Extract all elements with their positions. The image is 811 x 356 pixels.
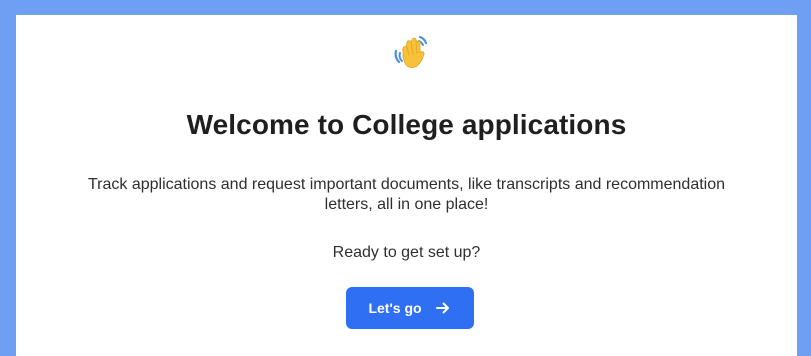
- setup-prompt: Ready to get set up?: [332, 244, 481, 261]
- lets-go-label: Let's go: [368, 300, 422, 316]
- page-title: Welcome to College applications: [186, 109, 627, 140]
- arrow-right-icon: [434, 299, 452, 317]
- lets-go-button[interactable]: Let's go: [346, 287, 474, 329]
- welcome-description: Track applications and request important…: [87, 176, 726, 213]
- waving-hand-icon: [394, 35, 428, 68]
- welcome-panel: Welcome to College applications Track ap…: [16, 15, 797, 356]
